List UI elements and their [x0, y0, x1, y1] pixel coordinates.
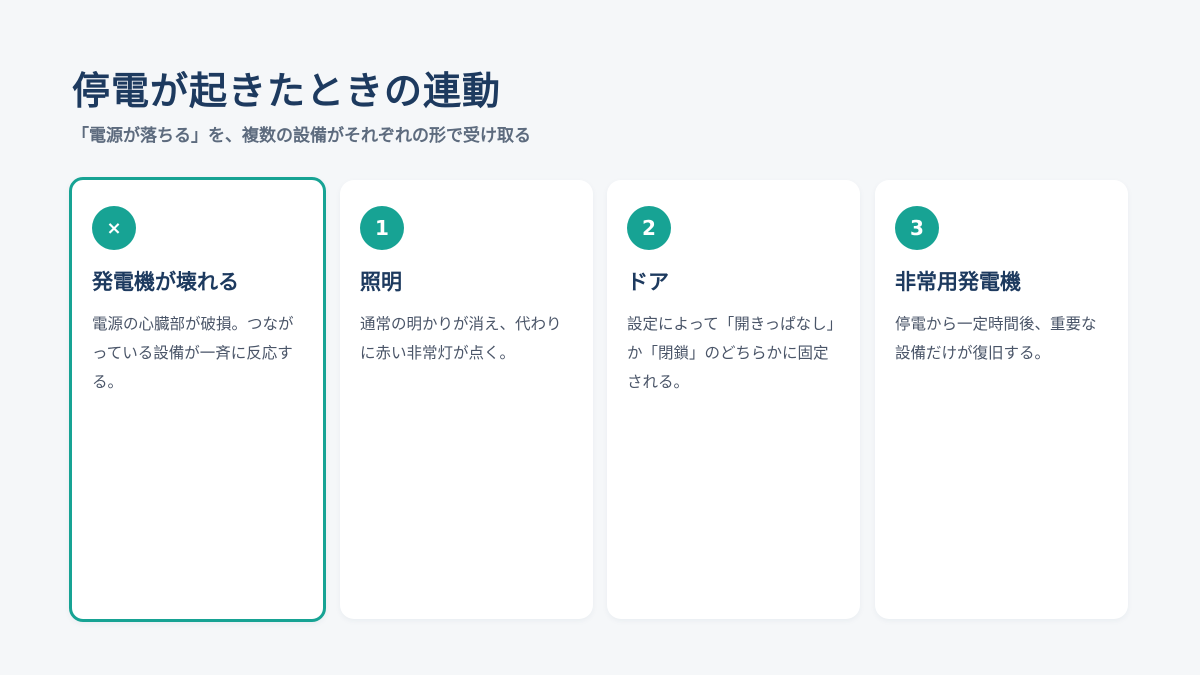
card-title: 照明	[360, 270, 402, 294]
card-title: ドア	[627, 270, 669, 294]
card-list: × 発電機が壊れる 電源の心臓部が破損。つながっている設備が一斉に反応する。 1…	[69, 177, 1128, 622]
card-description: 設定によって「開きっぱなし」か「閉鎖」のどちらかに固定される。	[627, 315, 835, 391]
close-icon: ×	[92, 206, 136, 250]
card-title: 非常用発電機	[895, 270, 1021, 294]
card-lighting: 1 照明 通常の明かりが消え、代わりに赤い非常灯が点く。	[340, 180, 593, 619]
card-description: 停電から一定時間後、重要な設備だけが復旧する。	[895, 315, 1097, 362]
page-title: 停電が起きたときの連動	[72, 69, 502, 113]
step-number-badge: 2	[627, 206, 671, 250]
card-emergency-generator: 3 非常用発電機 停電から一定時間後、重要な設備だけが復旧する。	[875, 180, 1128, 619]
card-description: 電源の心臓部が破損。つながっている設備が一斉に反応する。	[92, 315, 294, 391]
step-number-badge: 3	[895, 206, 939, 250]
step-number-badge: 1	[360, 206, 404, 250]
page-subtitle: 「電源が落ちる」を、複数の設備がそれぞれの形で受け取る	[72, 126, 531, 146]
card-door: 2 ドア 設定によって「開きっぱなし」か「閉鎖」のどちらかに固定される。	[607, 180, 860, 619]
card-title: 発電機が壊れる	[92, 270, 239, 294]
card-description: 通常の明かりが消え、代わりに赤い非常灯が点く。	[360, 315, 562, 362]
card-generator-failure: × 発電機が壊れる 電源の心臓部が破損。つながっている設備が一斉に反応する。	[69, 177, 326, 622]
